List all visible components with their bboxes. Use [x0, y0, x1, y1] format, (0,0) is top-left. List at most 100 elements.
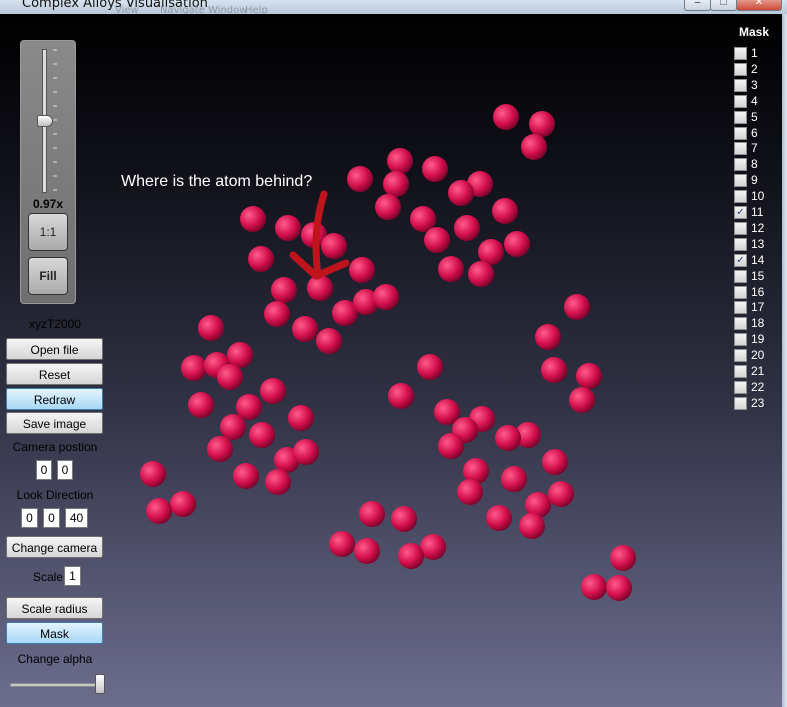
mask-checkbox[interactable]: [734, 158, 747, 172]
atom: [373, 284, 399, 310]
mask-item-label: 19: [751, 332, 765, 347]
alpha-slider-track[interactable]: [10, 683, 104, 687]
atom: [248, 246, 274, 272]
mask-checkbox[interactable]: [734, 126, 747, 140]
mask-checkbox[interactable]: [734, 317, 747, 331]
mask-checkbox[interactable]: ✓: [734, 253, 747, 267]
menu-item-ghost[interactable]: Window: [208, 5, 247, 14]
atom: [347, 166, 373, 192]
atom: [457, 479, 483, 505]
atom: [448, 180, 474, 206]
atom: [329, 531, 355, 557]
render-viewport[interactable]: [0, 14, 782, 707]
mask-item-label: 10: [751, 189, 765, 204]
mask-item-label: 12: [751, 220, 765, 235]
zoom-value: 0.97x: [32, 197, 64, 211]
mask-checkbox[interactable]: [734, 269, 747, 283]
atom: [349, 257, 375, 283]
atom: [398, 543, 424, 569]
scale-field[interactable]: 1: [64, 566, 81, 586]
atom: [265, 469, 291, 495]
atom: [548, 481, 574, 507]
scale-label: Scale: [33, 570, 64, 584]
atom: [501, 466, 527, 492]
mask-checkbox[interactable]: [734, 78, 747, 92]
mask-checkbox[interactable]: [734, 174, 747, 188]
mask-checkbox[interactable]: [734, 396, 747, 410]
atom: [375, 194, 401, 220]
save-image-button[interactable]: Save image: [6, 412, 103, 434]
look-direction-x-field[interactable]: 0: [21, 508, 38, 528]
mask-checkbox[interactable]: [734, 380, 747, 394]
atom: [140, 461, 166, 487]
atom: [383, 171, 409, 197]
reset-button[interactable]: Reset: [6, 363, 103, 385]
menu-item-ghost[interactable]: Navigate: [160, 5, 205, 14]
mask-checkbox[interactable]: ✓: [734, 206, 747, 219]
menu-item-ghost[interactable]: Help: [245, 5, 268, 14]
mask-item-label: 1: [751, 46, 758, 60]
mask-item-label: 22: [751, 379, 765, 394]
change-camera-button[interactable]: Change camera: [6, 536, 103, 558]
atom: [217, 364, 243, 390]
mask-checkbox[interactable]: [734, 47, 747, 60]
atom: [188, 392, 214, 418]
mask-checkbox[interactable]: [734, 237, 747, 251]
camera-position-y-field[interactable]: 0: [57, 460, 73, 480]
atom: [486, 505, 512, 531]
mask-checkbox[interactable]: [734, 333, 747, 347]
mask-checkbox[interactable]: [734, 365, 747, 378]
mask-item-label: 7: [751, 141, 758, 156]
mask-checkbox[interactable]: [734, 190, 747, 204]
atom: [181, 355, 207, 381]
mask-item-label: 18: [751, 316, 765, 331]
close-button[interactable]: ✕: [736, 0, 782, 11]
camera-position-label: Camera postion: [12, 440, 98, 454]
atom: [316, 328, 342, 354]
mask-checkbox[interactable]: [734, 221, 747, 235]
atom: [240, 206, 266, 232]
zoom-fill-button[interactable]: Fill: [28, 257, 68, 295]
maximize-button[interactable]: □: [710, 0, 737, 11]
atom: [504, 231, 530, 257]
atom: [388, 383, 414, 409]
look-direction-z-field[interactable]: 40: [65, 508, 88, 528]
atom: [610, 545, 636, 571]
atom: [293, 439, 319, 465]
menu-item-ghost[interactable]: View: [115, 5, 139, 14]
open-file-button[interactable]: Open file: [6, 338, 103, 360]
atom: [307, 275, 333, 301]
file-name-label: xyzT2000: [28, 317, 82, 331]
mask-item-label: 23: [751, 395, 765, 410]
atom: [521, 134, 547, 160]
mask-checkbox[interactable]: [734, 94, 747, 108]
alpha-slider-thumb[interactable]: [95, 674, 105, 694]
redraw-button[interactable]: Redraw: [6, 388, 103, 410]
mask-checkbox[interactable]: [734, 349, 747, 363]
zoom-1-1-button[interactable]: 1:1: [28, 213, 68, 251]
mask-checkbox[interactable]: [734, 285, 747, 299]
mask-button[interactable]: Mask: [6, 622, 103, 644]
atom: [542, 449, 568, 475]
mask-item-label: 20: [751, 348, 765, 363]
look-direction-y-field[interactable]: 0: [43, 508, 60, 528]
zoom-slider-thumb[interactable]: [37, 115, 53, 127]
minimize-button[interactable]: –: [684, 0, 711, 11]
scale-radius-button[interactable]: Scale radius: [6, 597, 103, 619]
mask-item-label: 9: [751, 173, 758, 188]
atom: [529, 111, 555, 137]
mask-title: Mask: [739, 25, 770, 39]
atom: [233, 463, 259, 489]
atom: [288, 405, 314, 431]
mask-checkbox[interactable]: [734, 142, 747, 156]
camera-position-x-field[interactable]: 0: [36, 460, 52, 480]
atom: [249, 422, 275, 448]
atom: [564, 294, 590, 320]
atom: [519, 513, 545, 539]
mask-checkbox[interactable]: [734, 62, 747, 76]
mask-checkbox[interactable]: [734, 110, 747, 124]
atom: [424, 227, 450, 253]
atom: [220, 414, 246, 440]
mask-checkbox[interactable]: [734, 301, 747, 315]
atom: [493, 104, 519, 130]
